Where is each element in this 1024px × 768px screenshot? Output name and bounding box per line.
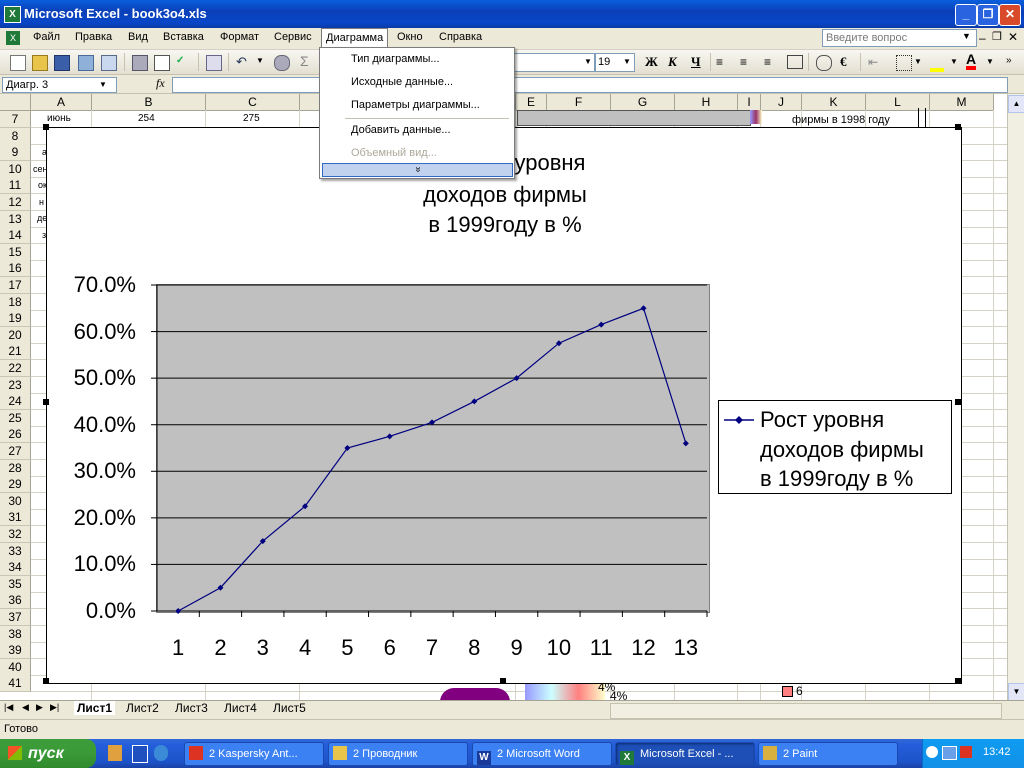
next-sheet-icon[interactable]: ▶	[36, 702, 43, 713]
x-tick-label: 4	[298, 635, 312, 660]
sheet-tab-1[interactable]: Лист1	[74, 701, 116, 715]
menu-expand-icon[interactable]: »	[322, 163, 513, 177]
y-tick-label: 30.0%	[73, 458, 136, 484]
data-point[interactable]	[640, 305, 647, 312]
task-explorer[interactable]: 2 Проводник	[328, 742, 468, 766]
windows-logo-icon	[8, 746, 22, 760]
task-label: 2 Microsoft Word	[497, 748, 580, 760]
chart-menu-dropdown	[319, 47, 515, 179]
x-tick-label: 12	[631, 635, 656, 660]
x-tick-label: 9	[510, 635, 523, 660]
status-text: Готово	[4, 723, 38, 735]
data-point[interactable]	[471, 398, 478, 405]
legend-label-line-2: доходов фирмы	[760, 437, 924, 462]
x-tick-label: 13	[673, 635, 699, 660]
menu-item-add-data[interactable]: Добавить данные...	[351, 124, 451, 136]
x-tick-label: 1	[172, 635, 185, 660]
quicklaunch-icon[interactable]	[108, 745, 122, 761]
task-label: 2 Kaspersky Ant...	[209, 748, 298, 760]
status-bar	[0, 719, 1024, 740]
legend-label-line-1: Рост уровня	[760, 407, 885, 432]
task-excel[interactable]: X Microsoft Excel - ...	[615, 742, 755, 766]
legend-marker-icon	[724, 416, 754, 424]
first-sheet-icon[interactable]: |◀	[4, 702, 13, 713]
task-word[interactable]: W 2 Microsoft Word	[472, 742, 612, 766]
y-tick-label: 20.0%	[73, 504, 136, 530]
quicklaunch-icon[interactable]	[132, 745, 148, 763]
series-line[interactable]	[177, 307, 687, 612]
prev-sheet-icon[interactable]: ◀	[22, 702, 29, 713]
menu-item-3d-view: Объемный вид...	[351, 147, 437, 159]
task-label: Microsoft Excel - ...	[640, 748, 734, 760]
x-tick-label: 2	[214, 635, 227, 660]
x-tick-label: 7	[425, 635, 439, 660]
horizontal-scrollbar[interactable]	[610, 703, 1002, 719]
start-label: пуск	[28, 745, 64, 762]
clock: 13:42	[983, 746, 1011, 758]
start-button[interactable]: пуск	[0, 739, 96, 768]
excel-icon: X	[620, 751, 634, 765]
tray-arrow-icon[interactable]	[926, 746, 938, 758]
sheet-tab-3[interactable]: Лист3	[175, 701, 208, 715]
x-tick-label: 8	[468, 635, 481, 660]
legend-label-line-3: в 1999году в %	[760, 466, 914, 491]
kaspersky-icon	[189, 746, 203, 760]
data-point[interactable]	[175, 608, 182, 614]
kaspersky-tray-icon[interactable]	[960, 746, 972, 758]
quicklaunch-icon[interactable]	[154, 745, 168, 761]
data-point[interactable]	[598, 321, 605, 328]
sheet-tab-2[interactable]: Лист2	[126, 701, 159, 715]
y-tick-label: 50.0%	[73, 365, 136, 391]
x-tick-label: 6	[383, 635, 396, 660]
y-tick-label: 70.0%	[73, 272, 136, 297]
data-point[interactable]	[682, 440, 689, 447]
menu-item-source-data[interactable]: Исходные данные...	[351, 76, 453, 88]
y-tick-label: 10.0%	[73, 551, 136, 577]
last-sheet-icon[interactable]: ▶|	[50, 702, 59, 713]
x-tick-label: 3	[256, 635, 269, 660]
menu-separator	[345, 118, 509, 119]
sheet-tab-5[interactable]: Лист5	[273, 701, 306, 715]
menu-item-chart-options[interactable]: Параметры диаграммы...	[351, 99, 480, 111]
y-tick-label: 0.0%	[85, 598, 136, 623]
menu-item-chart-type[interactable]: Тип диаграммы...	[351, 53, 440, 65]
data-point[interactable]	[386, 433, 393, 440]
scroll-up-icon[interactable]: ▲	[1008, 95, 1024, 113]
word-icon: W	[477, 751, 491, 765]
scroll-down-icon[interactable]: ▼	[1008, 683, 1024, 701]
task-label: 2 Paint	[783, 748, 818, 760]
x-tick-label: 5	[341, 635, 354, 660]
folder-icon	[333, 746, 347, 760]
task-label: 2 Проводник	[353, 748, 418, 760]
y-tick-label: 60.0%	[73, 318, 136, 344]
network-icon[interactable]	[942, 746, 957, 760]
sheet-tab-4[interactable]: Лист4	[224, 701, 257, 715]
expand-chevron-icon: »	[412, 166, 423, 173]
task-paint[interactable]: 2 Paint	[758, 742, 898, 766]
x-tick-label: 11	[589, 635, 613, 660]
y-tick-label: 40.0%	[73, 411, 136, 437]
x-tick-label: 10	[546, 635, 572, 660]
vertical-scrollbar[interactable]	[1007, 94, 1024, 700]
task-kaspersky[interactable]: 2 Kaspersky Ant...	[184, 742, 324, 766]
paint-icon	[763, 746, 777, 760]
